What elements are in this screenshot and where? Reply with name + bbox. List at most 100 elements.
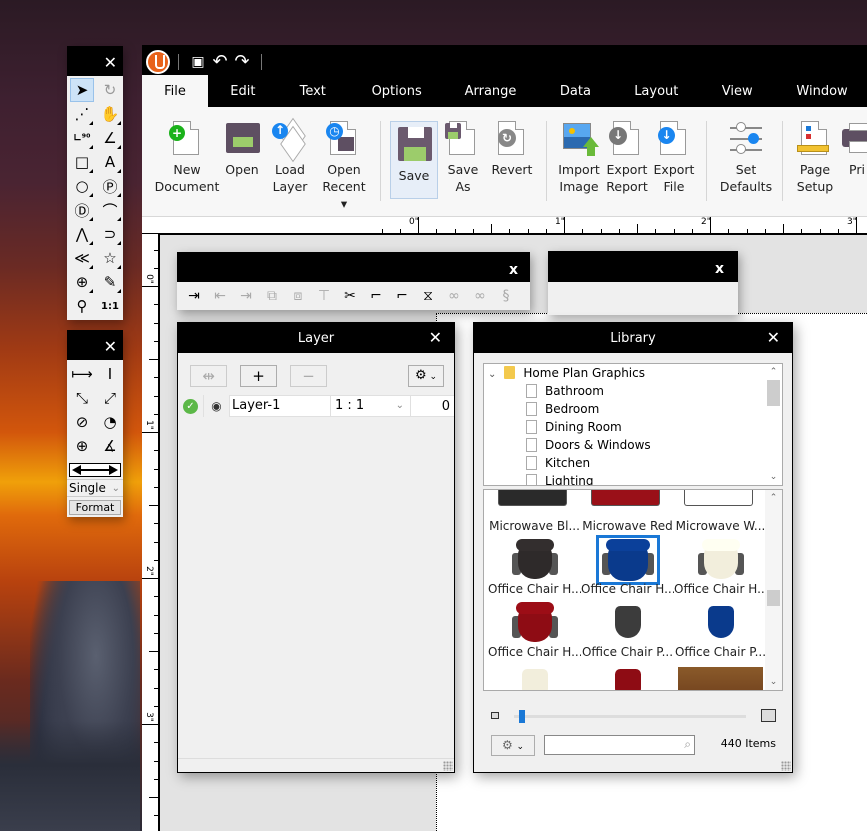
open-button[interactable]: Open (222, 121, 262, 178)
open-recent-button[interactable]: ◷ Open Recent ▾ (318, 121, 370, 212)
print-button[interactable]: Pri (842, 121, 867, 178)
diameter-tool[interactable]: Ⓓ (70, 198, 94, 222)
arc-tool[interactable]: ⌒ (98, 198, 122, 222)
angle-dimension-tool[interactable]: ∡ (98, 434, 122, 458)
angle-tool[interactable]: ∠ (98, 126, 122, 150)
join-icon[interactable]: ⇥ (181, 288, 207, 304)
polyline-tool[interactable]: ⋀ (70, 222, 94, 246)
menu-file[interactable]: File (142, 75, 208, 107)
library-search-field[interactable]: ⌕ (544, 735, 695, 755)
tree-item[interactable]: Lighting (488, 472, 782, 485)
search-input[interactable] (545, 736, 673, 754)
scroll-thumb[interactable] (767, 590, 780, 606)
library-item[interactable]: Office Chair H... (488, 598, 581, 661)
tree-folder-home-plan-graphics[interactable]: ⌄ Home Plan Graphics (488, 364, 782, 382)
page-setup-button[interactable]: Page Setup (792, 121, 838, 195)
revert-button[interactable]: ↻ Revert (488, 121, 536, 178)
parallel-tool[interactable]: Ⓟ (98, 174, 122, 198)
library-item[interactable]: Office Chair P... (581, 598, 674, 661)
text-tool[interactable]: A (98, 150, 122, 174)
load-layer-button[interactable]: ↑ Load Layer (268, 117, 312, 195)
close-icon[interactable]: x (509, 261, 518, 279)
rectangle-tool[interactable]: □ (70, 150, 94, 174)
scissors-icon[interactable]: ✂ (337, 288, 363, 304)
library-item[interactable]: Microwave W... (674, 490, 767, 535)
dimension-palette-titlebar[interactable]: ✕ (67, 330, 123, 360)
hand-tool[interactable]: ✋ (98, 102, 122, 126)
save-button[interactable]: Save (390, 121, 438, 199)
scroll-thumb[interactable] (767, 380, 780, 406)
layer-panel-titlebar[interactable]: Layer ✕ (178, 323, 454, 353)
redo-icon[interactable]: ↷ (231, 52, 253, 72)
menu-text[interactable]: Text (278, 75, 348, 107)
menu-arrange[interactable]: Arrange (446, 75, 536, 107)
menu-view[interactable]: View (697, 75, 777, 107)
library-item[interactable]: Office Chair P... (674, 598, 767, 661)
curve-tool[interactable]: ⊃ (98, 222, 122, 246)
menu-window[interactable]: Window (777, 75, 867, 107)
tree-item[interactable]: Dining Room (488, 418, 782, 436)
horizontal-dimension-tool[interactable]: ⟼ (70, 362, 94, 386)
center-mark-tool[interactable]: ⊕ (70, 434, 94, 458)
eyedropper-tool[interactable]: ✎ (98, 270, 122, 294)
link-icon[interactable]: ∞ (467, 288, 493, 304)
new-document-button[interactable]: + New Document (154, 121, 220, 195)
unlink-icon[interactable]: § (493, 288, 519, 304)
menu-data[interactable]: Data (535, 75, 615, 107)
tools-palette-titlebar[interactable]: ✕ (67, 46, 123, 76)
chevron-down-icon[interactable]: ⌄ (488, 369, 496, 380)
scroll-up-icon[interactable]: ⌃ (765, 364, 782, 380)
undo-icon[interactable]: ↶ (209, 52, 231, 72)
chain-icon[interactable]: ∞ (441, 288, 467, 304)
tree-scrollbar[interactable]: ⌃ ⌄ (765, 364, 782, 485)
radius-dimension-tool[interactable]: ⊘ (70, 410, 94, 434)
slider-thumb[interactable] (518, 710, 525, 723)
set-defaults-button[interactable]: Set Defaults (715, 121, 777, 195)
import-image-button[interactable]: Import Image (556, 121, 602, 195)
library-item[interactable] (674, 661, 767, 690)
thumbnail-size-slider[interactable] (514, 710, 746, 723)
menu-layout[interactable]: Layout (615, 75, 697, 107)
circle-tool[interactable]: ○ (70, 174, 94, 198)
overlap-icon[interactable]: ⧈ (285, 288, 311, 304)
line-tool[interactable]: ⋰ (70, 102, 94, 126)
trim-icon[interactable]: ⊤ (311, 288, 337, 304)
chamfer-icon[interactable]: ⌐ (389, 288, 415, 304)
line-style-select[interactable]: Single ⌄ (67, 479, 123, 497)
menu-edit[interactable]: Edit (208, 75, 278, 107)
app-logo-icon[interactable] (146, 50, 170, 74)
diagonal-dimension-tool[interactable]: ⤡ (70, 386, 94, 410)
menu-options[interactable]: Options (348, 75, 446, 107)
export-file-button[interactable]: ↓ Export File (652, 121, 696, 195)
actual-size-tool[interactable]: 1:1 (98, 294, 122, 318)
library-panel-titlebar[interactable]: Library ✕ (474, 323, 792, 353)
star-tool[interactable]: ☆ (98, 246, 122, 270)
combine-icon[interactable]: ⧉ (259, 288, 285, 304)
close-icon[interactable]: ✕ (429, 329, 442, 347)
perpendicular-dimension-tool[interactable]: ⤢ (98, 386, 122, 410)
polygon-tool[interactable]: ≪ (70, 246, 94, 270)
resize-grip-icon[interactable] (443, 761, 453, 771)
save-icon[interactable]: ▣ (187, 52, 209, 72)
rotate-tool[interactable]: ↻ (98, 78, 122, 102)
close-icon[interactable]: ✕ (104, 54, 117, 72)
library-item[interactable] (581, 661, 674, 690)
fillet-icon[interactable]: ⌐ (363, 288, 389, 304)
layer-settings-button[interactable]: ⚙ ⌄ (408, 365, 444, 387)
resize-grip-icon[interactable] (781, 761, 791, 771)
library-item[interactable]: Office Chair H... (488, 535, 581, 598)
pointer-tool[interactable]: ➤ (70, 78, 94, 102)
library-settings-button[interactable]: ⚙ ⌄ (491, 735, 535, 756)
library-item[interactable]: Microwave Red (581, 490, 674, 535)
library-item[interactable] (488, 661, 581, 690)
angle-90-tool[interactable]: ∟⁹⁰ (70, 126, 94, 150)
tree-item[interactable]: Kitchen (488, 454, 782, 472)
layer-name[interactable]: Layer-1 (230, 395, 331, 417)
layer-visibility-toggle[interactable]: ◉ (204, 395, 230, 417)
layer-scale-select[interactable]: 1 : 1 ⌄ (331, 395, 411, 417)
remove-layer-button[interactable]: − (290, 365, 327, 387)
library-item[interactable]: Microwave Bl... (488, 490, 581, 535)
export-report-button[interactable]: ↓ Export Report (604, 121, 650, 195)
layer-active-toggle[interactable]: ✓ (178, 395, 204, 417)
tree-item[interactable]: Doors & Windows (488, 436, 782, 454)
